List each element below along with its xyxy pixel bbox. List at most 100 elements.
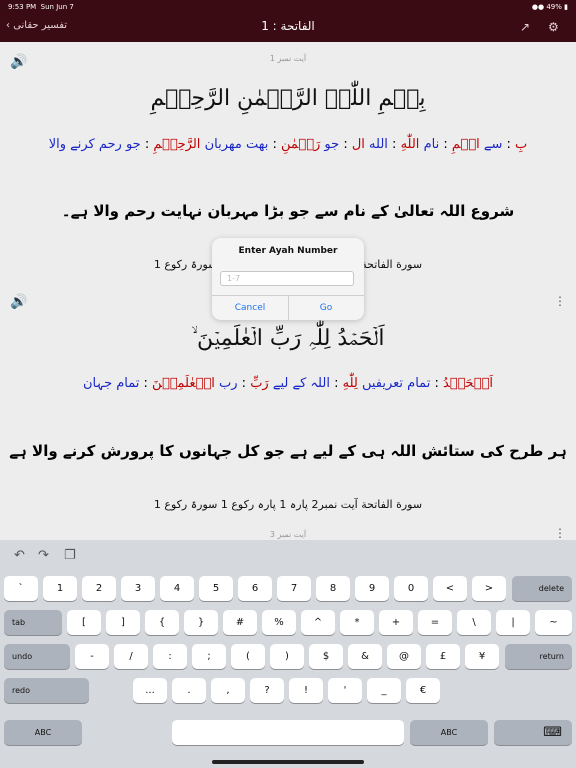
undo-icon[interactable]: ↶ [14,548,25,563]
word-by-word: بِ : سے اسۡمِ : نام اللّٰهِ : الله ال : … [48,137,528,152]
key[interactable]: $ [309,644,343,669]
urdu-translation: شروع اللہ تعالیٰ کے نام سے جو بڑا مہربان… [61,202,515,220]
keyboard-dismiss-icon[interactable]: ⌨ [494,720,572,745]
key[interactable]: ' [328,678,362,703]
input-placeholder: 1-7 [227,274,241,283]
key[interactable]: & [348,644,382,669]
space-bar[interactable] [172,720,404,745]
paste-icon[interactable]: ❐ [64,548,76,563]
word-urdu: بهت مهربان [204,137,269,152]
abc-key[interactable]: ABC [410,720,488,745]
arabic-verse: اَلۡحَمۡدُ لِلّٰہِ رَبِّ الۡعٰلَمِیۡنَ ۙ [191,326,385,351]
key[interactable]: 8 [316,576,350,601]
key[interactable]: 9 [355,576,389,601]
ayah-card: 🔊 ⋮ اَلۡحَمۡدُ لِلّٰہِ رَبِّ الۡعٰلَمِیۡ… [0,290,576,519]
ayah-number: آیت نمبر 1 [269,54,307,63]
word-arabic: لِلّٰهِ [342,376,358,391]
key[interactable]: 7 [277,576,311,601]
key[interactable]: £ [426,644,460,669]
key[interactable]: # [223,610,257,635]
arabic-verse: بِسۡمِ اللّٰہِ الرَّحۡمٰنِ الرَّحِیۡمِ [150,86,426,111]
undo-key[interactable]: undo [4,644,70,669]
key[interactable]: ... [133,678,167,703]
share-icon[interactable]: ↗ [520,20,530,34]
key[interactable]: / [114,644,148,669]
redo-key[interactable]: redo [4,678,89,703]
word-urdu: سے [483,137,503,152]
key[interactable]: . [172,678,206,703]
ayah-number: آیت نمبر 3 [269,530,307,539]
key[interactable]: * [340,610,374,635]
key[interactable]: ¥ [465,644,499,669]
key[interactable]: + [379,610,413,635]
navigation-bar: ‹ تفسیر حقانی الفاتحة : 1 ↗ ⚙ [0,13,576,42]
word-by-word: اَلۡحَمۡدُ : تمام تعریفیں لِلّٰهِ : اللہ… [82,376,494,391]
home-indicator [212,760,364,764]
key[interactable]: ) [270,644,304,669]
key[interactable]: 4 [160,576,194,601]
key[interactable]: 5 [199,576,233,601]
word-arabic: ال [351,137,365,152]
keyboard-toolbar: ↶ ↷ ❐ [0,540,576,572]
more-options-icon[interactable]: ⋮ [554,526,566,540]
go-button[interactable]: Go [288,303,364,313]
word-arabic: الۡعٰلَمِيۡنَ [152,376,215,391]
key[interactable]: 1 [43,576,77,601]
key[interactable]: [ [67,610,101,635]
ayah-number-input[interactable]: 1-7 [220,271,354,286]
delete-key[interactable]: delete [512,576,572,601]
tab-key[interactable]: tab [4,610,62,635]
ayah-card: آیت نمبر 3 ⋮ [0,518,576,540]
key[interactable]: % [262,610,296,635]
cancel-button[interactable]: Cancel [212,303,288,313]
word-arabic: اللّٰهِ [400,137,420,152]
word-urdu: تمام جہان [82,376,140,391]
key[interactable]: = [418,610,452,635]
key[interactable]: 6 [238,576,272,601]
key[interactable]: ~ [535,610,572,635]
dialog-title: Enter Ayah Number [238,246,338,256]
key[interactable]: ; [192,644,226,669]
verse-reference: سورة الفاتحة آیت نمبر2 پارہ 1 پارہ رکوع … [153,498,423,511]
key[interactable]: 2 [82,576,116,601]
abc-key[interactable]: ABC [4,720,82,745]
key[interactable]: { [145,610,179,635]
key[interactable]: ? [250,678,284,703]
key[interactable]: ( [231,644,265,669]
keyboard: ↶ ↷ ❐ ` 1 2 3 4 5 6 7 8 9 0 < > delete t… [0,540,576,768]
more-options-icon[interactable]: ⋮ [554,294,566,308]
word-arabic: اسۡمِ [451,137,480,152]
word-arabic: الرَّحِيۡمِ [153,137,201,152]
word-arabic: رَبِّ [250,376,269,391]
word-urdu: اللہ کے لیے [272,376,330,391]
word-urdu: جو [324,137,340,152]
key[interactable]: 3 [121,576,155,601]
key[interactable]: @ [387,644,421,669]
key[interactable]: ] [106,610,140,635]
gear-icon[interactable]: ⚙ [548,20,559,34]
key[interactable]: | [496,610,530,635]
return-key[interactable]: return [505,644,572,669]
key[interactable]: > [472,576,506,601]
key[interactable]: \ [457,610,491,635]
key[interactable]: - [75,644,109,669]
key[interactable]: ` [4,576,38,601]
key[interactable]: € [406,678,440,703]
word-arabic: بِ [515,137,528,152]
speaker-icon[interactable]: 🔊 [10,294,27,310]
key[interactable]: _ [367,678,401,703]
word-urdu: تمام تعریفیں [361,376,431,391]
key[interactable]: , [211,678,245,703]
urdu-translation: ہر طرح کی ستائش اللہ ہی کے لیے ہے جو کل … [9,442,567,460]
key[interactable]: 0 [394,576,428,601]
key[interactable]: } [184,610,218,635]
redo-icon[interactable]: ↷ [38,548,49,563]
key[interactable]: : [153,644,187,669]
key[interactable]: ! [289,678,323,703]
status-bar: 9:53 PM Sun Jun 7 ●● 49% ▮ [0,0,576,13]
enter-ayah-dialog: Enter Ayah Number 1-7 Cancel Go [212,238,364,320]
key[interactable]: < [433,576,467,601]
word-urdu: الله [369,137,388,152]
key[interactable]: ^ [301,610,335,635]
word-urdu: نام [423,137,440,152]
